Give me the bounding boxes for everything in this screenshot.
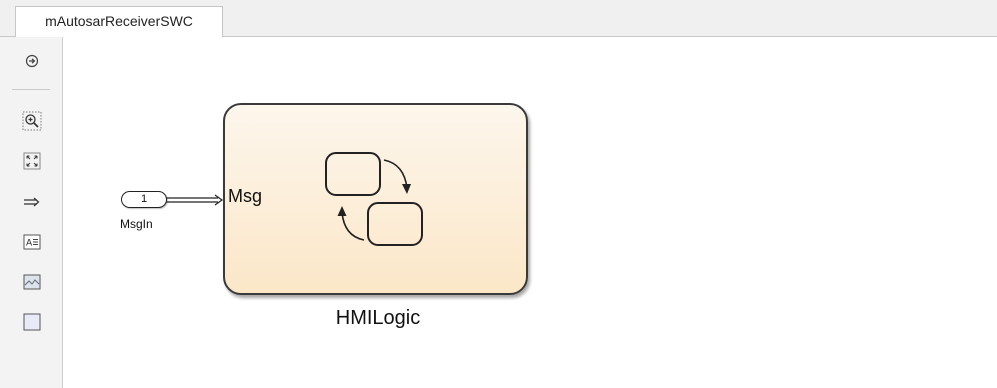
tab-strip: mAutosarReceiverSWC xyxy=(0,0,997,38)
model-editor-window: mAutosarReceiverSWC A 1 MsgIn Msg HMILog… xyxy=(0,0,997,388)
tab-model[interactable]: mAutosarReceiverSWC xyxy=(15,6,223,38)
fit-to-view-icon[interactable] xyxy=(22,151,42,171)
inport-block[interactable]: 1 xyxy=(121,191,167,208)
annotation-icon[interactable]: A xyxy=(22,232,42,252)
signal-line[interactable] xyxy=(166,191,226,209)
toolbar-separator xyxy=(12,89,50,90)
area-icon[interactable] xyxy=(22,312,42,332)
diagram-canvas[interactable]: 1 MsgIn Msg HMILogic xyxy=(63,37,997,388)
navigate-arrow-icon[interactable] xyxy=(22,51,42,71)
image-icon[interactable] xyxy=(22,272,42,292)
palette-toolbar: A xyxy=(0,37,63,388)
zoom-in-icon[interactable] xyxy=(22,111,42,131)
inport-name-label: MsgIn xyxy=(120,217,153,231)
stateflow-chart-icon xyxy=(325,152,423,246)
signal-route-icon[interactable] xyxy=(22,192,42,212)
chart-block-name[interactable]: HMILogic xyxy=(318,307,438,330)
chart-input-port-label: Msg xyxy=(228,186,263,206)
svg-text:A: A xyxy=(26,239,33,249)
stateflow-chart-block[interactable] xyxy=(223,103,528,295)
